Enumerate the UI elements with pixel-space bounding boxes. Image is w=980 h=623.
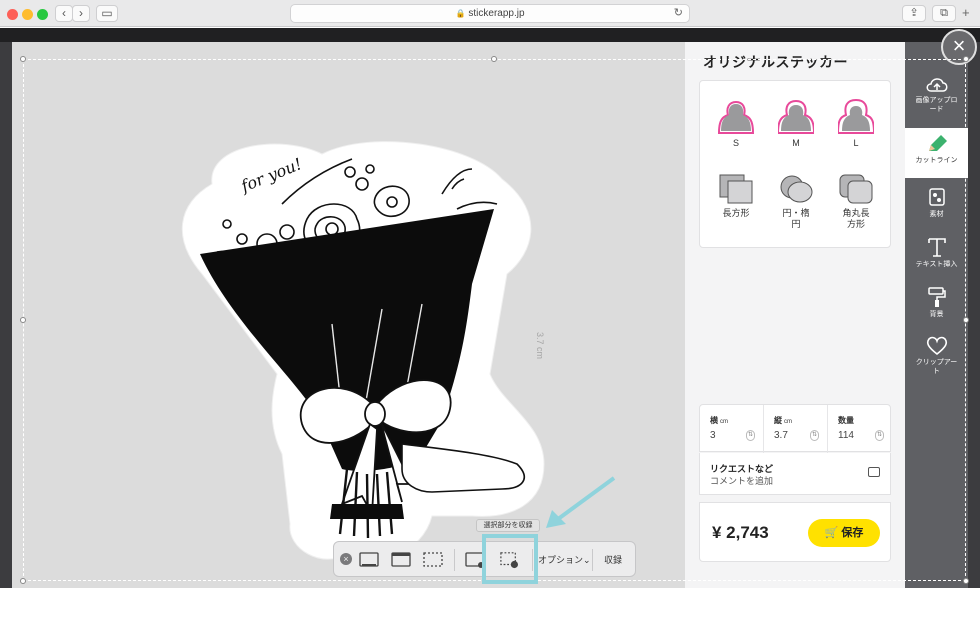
pointer-arrow: [546, 476, 616, 528]
forward-button[interactable]: ›: [72, 5, 90, 22]
capture-selection-icon[interactable]: [422, 551, 444, 569]
screen: { "browser": { "url": "stickerapp.jp" },…: [0, 0, 980, 623]
reload-icon[interactable]: ↻: [674, 5, 683, 22]
selection-handle[interactable]: [20, 56, 26, 62]
back-button[interactable]: ‹: [55, 5, 73, 22]
minimize-window-button[interactable]: [22, 9, 33, 20]
toolbar-separator: [454, 549, 455, 571]
lock-icon: 🔒: [455, 9, 466, 18]
tabs-icon[interactable]: ⧉: [932, 5, 956, 22]
close-window-button[interactable]: [7, 9, 18, 20]
share-icon[interactable]: ⇪: [902, 5, 926, 22]
selection-handle[interactable]: [963, 56, 969, 62]
page-edge-dimmed: [968, 42, 980, 588]
site-header-dimmed: [0, 28, 980, 42]
options-menu[interactable]: オプション⌄: [538, 553, 591, 566]
url-text: stickerapp.jp: [468, 8, 525, 19]
close-icon: ×: [952, 33, 966, 58]
capture-entire-screen-icon[interactable]: [358, 551, 380, 569]
capture-window-icon[interactable]: [390, 551, 412, 569]
browser-toolbar: ‹ › ▭ 🔒 stickerapp.jp ↻ ⇪ ⧉ +: [0, 0, 980, 27]
selection-handle[interactable]: [963, 317, 969, 323]
selection-handle[interactable]: [491, 56, 497, 62]
capture-selection-frame[interactable]: [23, 59, 966, 581]
selection-handle[interactable]: [20, 317, 26, 323]
address-bar[interactable]: 🔒 stickerapp.jp ↻: [290, 4, 690, 23]
record-button[interactable]: 収録: [604, 553, 622, 566]
highlight-box: [482, 534, 538, 584]
page-bottom: [0, 588, 980, 623]
selection-handle[interactable]: [963, 578, 969, 584]
record-selection-tooltip: 選択部分を収録: [476, 519, 540, 532]
zoom-window-button[interactable]: [37, 9, 48, 20]
selection-handle[interactable]: [20, 578, 26, 584]
sidebar-toggle-icon[interactable]: ▭: [96, 5, 118, 22]
close-toolbar-icon[interactable]: ×: [340, 553, 352, 565]
toolbar-separator: [592, 549, 593, 571]
new-tab-icon[interactable]: +: [962, 5, 970, 20]
